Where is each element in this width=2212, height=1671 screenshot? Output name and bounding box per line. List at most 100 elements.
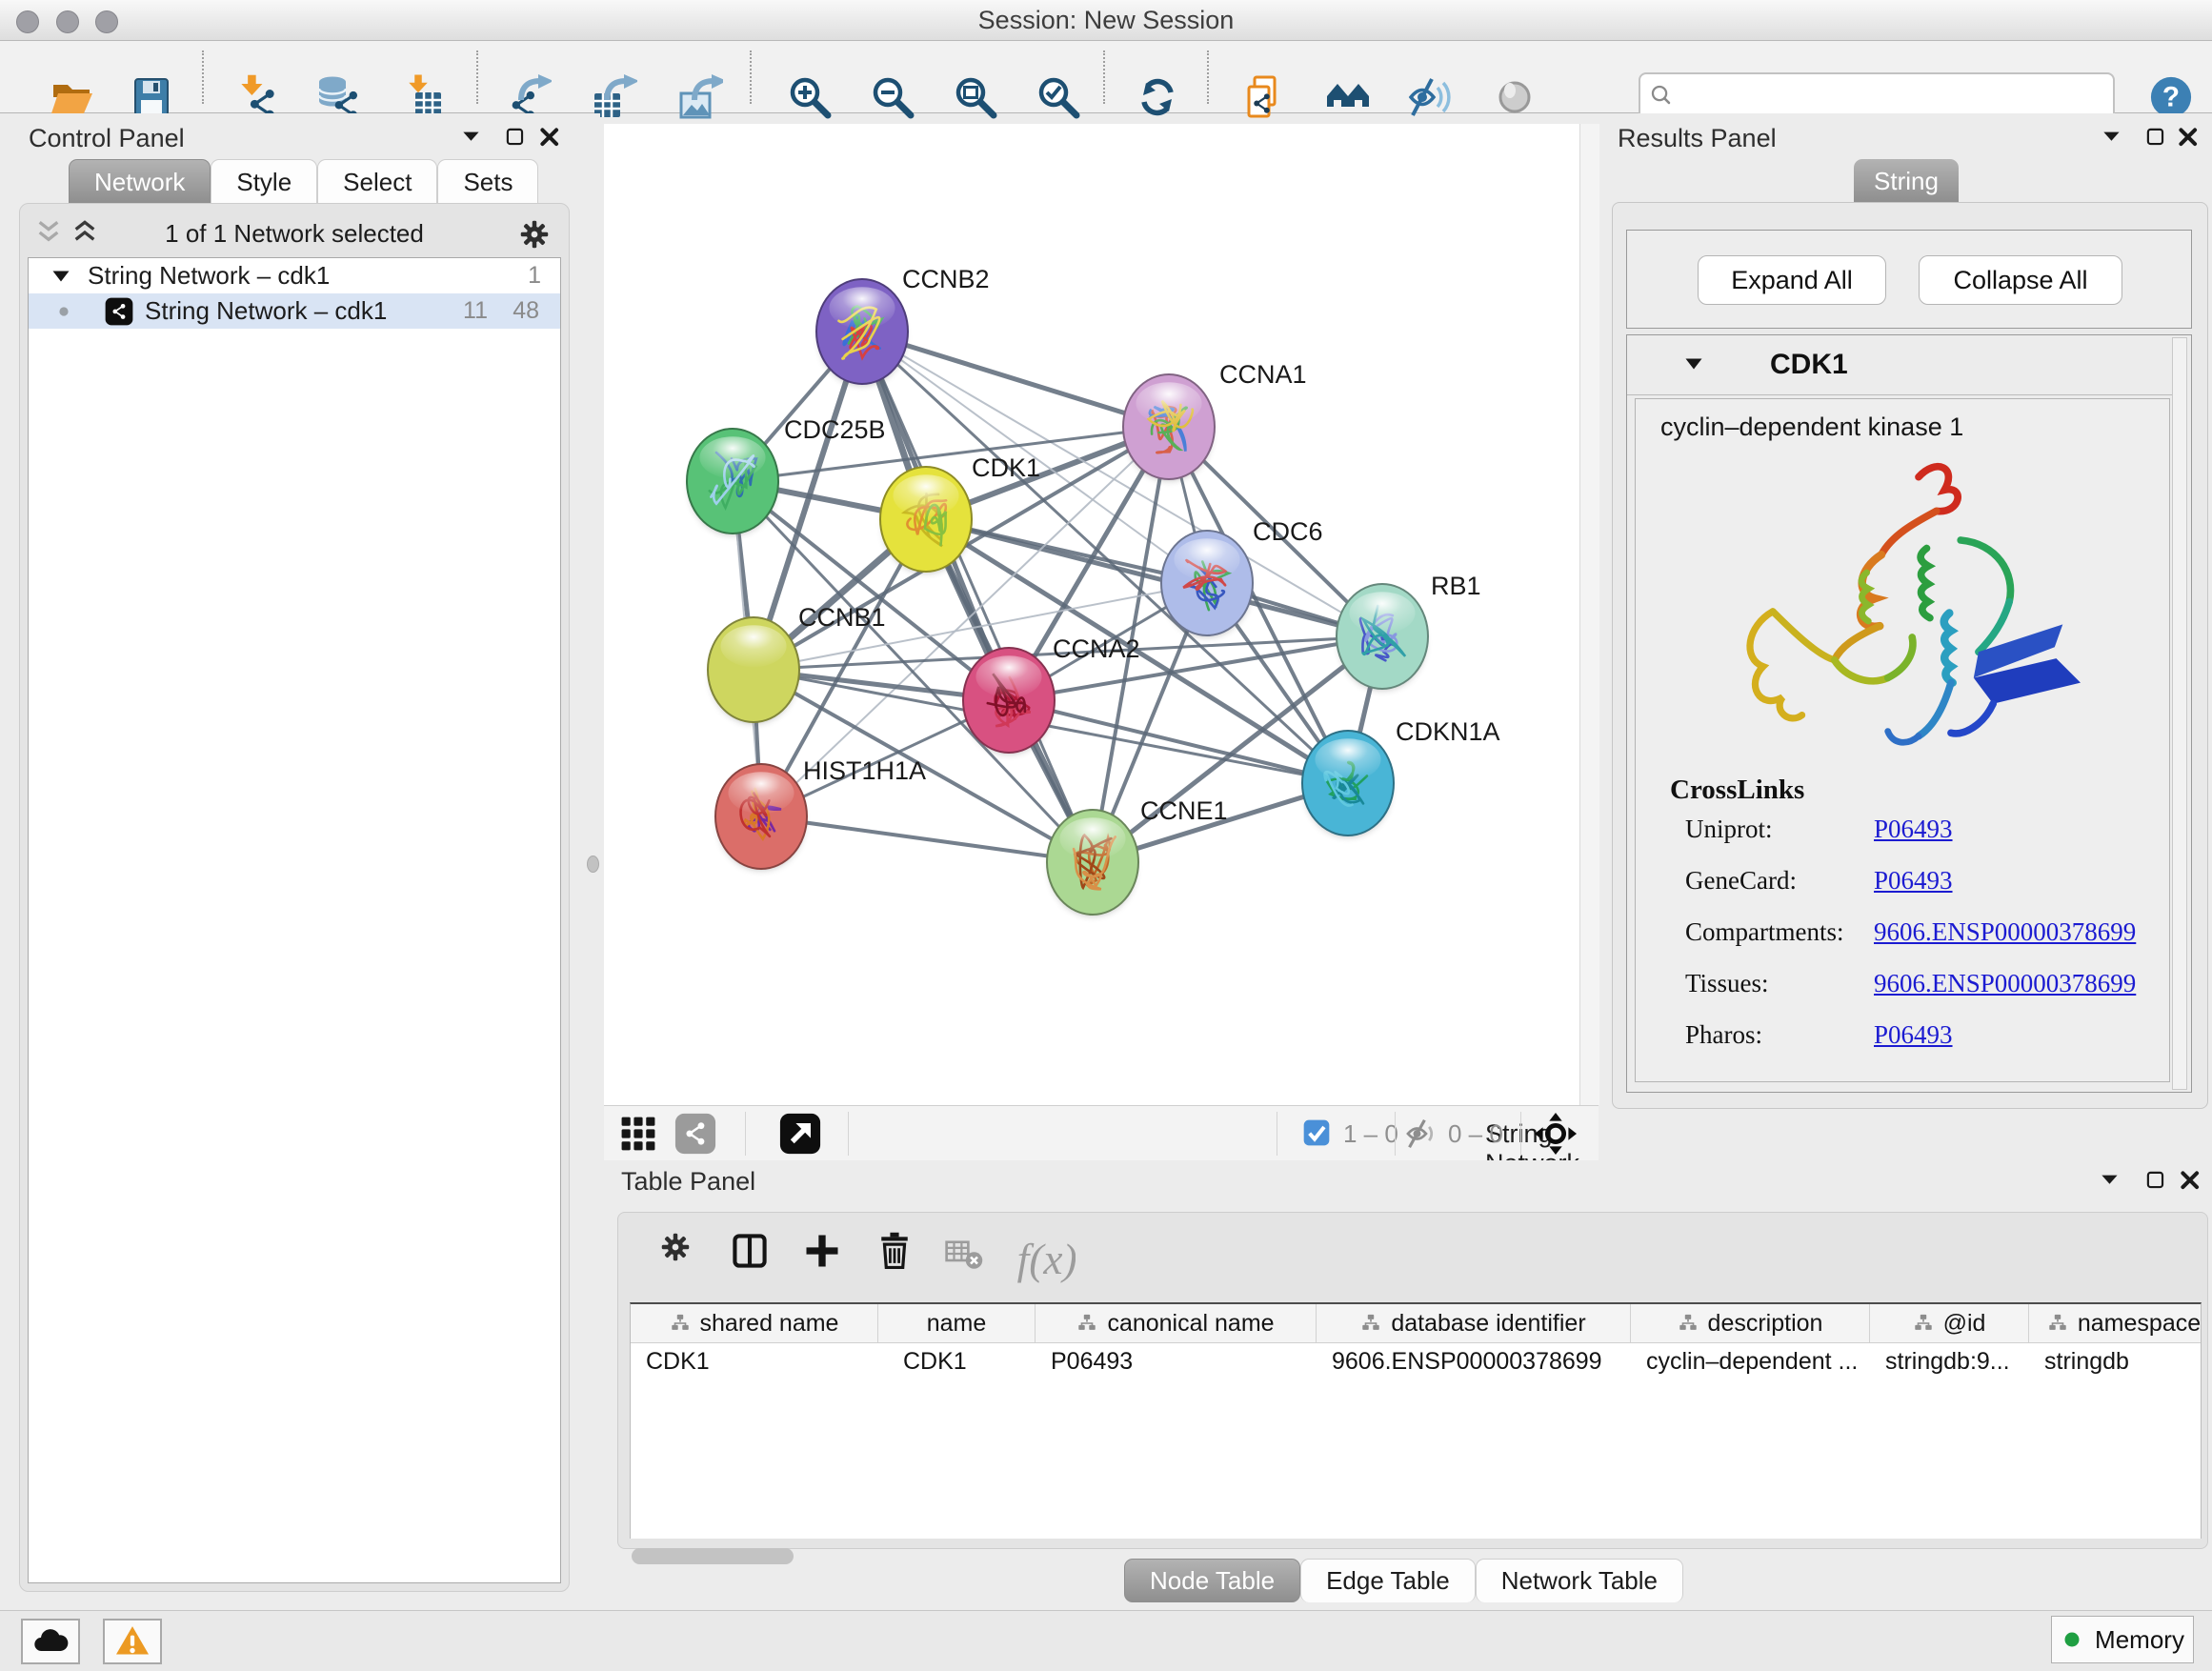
- table-cell[interactable]: 9606.ENSP00000378699: [1317, 1343, 1631, 1379]
- column-header-canonical-name[interactable]: canonical name: [1036, 1304, 1317, 1342]
- table-panel-collapse-icon[interactable]: [2098, 1168, 2122, 1193]
- copy-document-icon[interactable]: [1240, 74, 1286, 120]
- table-cell[interactable]: cyclin–dependent ...: [1631, 1343, 1870, 1379]
- network-options-gear-icon[interactable]: [517, 217, 552, 252]
- crosslink-link[interactable]: 9606.ENSP00000378699: [1874, 917, 2136, 947]
- results-panel-close-icon[interactable]: [2176, 125, 2201, 150]
- tab-node-table[interactable]: Node Table: [1124, 1559, 1300, 1602]
- table-panel-float-icon[interactable]: [2143, 1168, 2168, 1193]
- hidden-node-edge-counts: 0 – 0: [1448, 1119, 1503, 1149]
- protein-node-CDC25B[interactable]: [687, 429, 778, 534]
- table-settings-gear-icon[interactable]: [658, 1230, 693, 1264]
- table-cell[interactable]: stringdb:9...: [1870, 1343, 2029, 1379]
- table-cell[interactable]: CDK1: [878, 1343, 1036, 1379]
- birdseye-view-icon[interactable]: [617, 1113, 659, 1155]
- column-header-description[interactable]: description: [1631, 1304, 1870, 1342]
- cloud-icon: [31, 1622, 70, 1661]
- left-splitter-handle[interactable]: [587, 856, 599, 873]
- protein-node-CDKN1A[interactable]: [1302, 731, 1394, 836]
- network-label: String Network – cdk1: [145, 296, 387, 326]
- network-selection-row: 1 of 1 Network selected: [20, 211, 569, 253]
- protein-entry-header[interactable]: CDK1: [1627, 335, 2172, 395]
- results-panel-collapse-icon[interactable]: [2100, 125, 2124, 150]
- control-panel-float-icon[interactable]: [503, 125, 528, 150]
- toolbar-separator: [1207, 50, 1209, 104]
- hide-visibility-icon[interactable]: [1406, 74, 1452, 120]
- control-panel-collapse-icon[interactable]: [459, 125, 484, 150]
- fit-selected-crosshair-icon[interactable]: [1534, 1112, 1578, 1156]
- collapse-all-button[interactable]: Collapse All: [1919, 255, 2122, 305]
- table-cell[interactable]: CDK1: [631, 1343, 878, 1379]
- column-header-namespace[interactable]: namespace: [2029, 1304, 2202, 1342]
- protein-node-CCNA2[interactable]: [963, 648, 1055, 753]
- search-icon: [1648, 82, 1680, 114]
- cloud-status-button[interactable]: [21, 1619, 80, 1664]
- protein-node-HIST1H1A[interactable]: [715, 764, 807, 869]
- zoom-fit-icon[interactable]: [953, 74, 998, 120]
- zoom-in-icon[interactable]: [787, 74, 833, 120]
- table-cell[interactable]: stringdb: [2029, 1343, 2202, 1379]
- crosslink-link[interactable]: P06493: [1874, 1020, 1953, 1050]
- zoom-selected-icon[interactable]: [1036, 74, 1081, 120]
- network-tree-item[interactable]: String Network – cdk1 11 48: [29, 293, 560, 329]
- home-icon[interactable]: [1325, 74, 1371, 120]
- column-header-name[interactable]: name: [878, 1304, 1036, 1342]
- table-panel-close-icon[interactable]: [2178, 1168, 2202, 1193]
- tab-edge-table[interactable]: Edge Table: [1300, 1559, 1476, 1602]
- export-image-icon[interactable]: [677, 74, 723, 120]
- zoom-out-icon[interactable]: [870, 74, 915, 120]
- table-row[interactable]: CDK1CDK1P064939606.ENSP00000378699cyclin…: [631, 1343, 2202, 1379]
- network-share-icon[interactable]: [674, 1113, 716, 1155]
- network-canvas[interactable]: CCNB2 CCNA1 CDC25B CDK1 CDC6 RB1: [604, 124, 1579, 1105]
- column-header-database-identifier[interactable]: database identifier: [1317, 1304, 1631, 1342]
- add-column-icon[interactable]: [801, 1230, 843, 1272]
- protein-node-RB1[interactable]: [1337, 584, 1428, 689]
- results-scrollbar[interactable]: [2172, 337, 2187, 1090]
- protein-node-CCNA1[interactable]: [1123, 374, 1215, 479]
- delete-column-icon[interactable]: [874, 1230, 915, 1272]
- tab-style[interactable]: Style: [211, 159, 317, 204]
- crosslink-link[interactable]: 9606.ENSP00000378699: [1874, 969, 2136, 998]
- node-label-CCNB1: CCNB1: [798, 603, 886, 632]
- refresh-icon[interactable]: [1135, 74, 1180, 120]
- warnings-button[interactable]: [103, 1619, 162, 1664]
- tab-string[interactable]: String: [1854, 159, 1959, 203]
- network-selection-status: 1 of 1 Network selected: [20, 219, 569, 249]
- memory-button[interactable]: Memory: [2051, 1616, 2194, 1663]
- protein-node-CDC6[interactable]: [1161, 531, 1253, 635]
- selected-items-checkbox[interactable]: [1301, 1117, 1332, 1148]
- table-cell[interactable]: P06493: [1036, 1343, 1317, 1379]
- show-columns-icon[interactable]: [729, 1230, 771, 1272]
- protein-node-CDK1[interactable]: [880, 467, 972, 572]
- protein-node-CCNE1[interactable]: [1047, 810, 1138, 915]
- node-label-HIST1H1A: HIST1H1A: [803, 756, 926, 785]
- visibility-icon[interactable]: [1492, 74, 1538, 120]
- column-header-shared-name[interactable]: shared name: [631, 1304, 878, 1342]
- table-panel: Table Panel f(x) shared namenamecanonica…: [600, 1160, 2212, 1610]
- results-panel-float-icon[interactable]: [2143, 125, 2168, 150]
- network-scrollbar[interactable]: [1579, 124, 1599, 1105]
- network-edge[interactable]: [761, 816, 1093, 862]
- hidden-items-icon[interactable]: [1404, 1116, 1440, 1152]
- protein-description: cyclin–dependent kinase 1: [1660, 413, 1963, 442]
- tab-select[interactable]: Select: [317, 159, 437, 204]
- tab-sets[interactable]: Sets: [437, 159, 538, 204]
- expand-collapse-box: Expand All Collapse All: [1626, 230, 2192, 329]
- crosslink-link[interactable]: P06493: [1874, 815, 1953, 844]
- tab-network[interactable]: Network: [69, 159, 211, 204]
- network-graph[interactable]: CCNB2 CCNA1 CDC25B CDK1 CDC6 RB1: [604, 124, 1579, 1105]
- protein-node-CCNB2[interactable]: [816, 279, 908, 384]
- protein-node-CCNB1[interactable]: [708, 617, 799, 722]
- control-panel-close-icon[interactable]: [537, 125, 562, 150]
- network-tree-item[interactable]: String Network – cdk1 1: [29, 258, 560, 293]
- open-in-new-window-icon[interactable]: [779, 1113, 821, 1155]
- network-edge[interactable]: [862, 332, 1169, 427]
- tab-network-table[interactable]: Network Table: [1476, 1559, 1683, 1602]
- search-input[interactable]: [1682, 76, 2105, 116]
- table-horizontal-scrollbar[interactable]: [632, 1548, 794, 1564]
- expand-all-button[interactable]: Expand All: [1698, 255, 1886, 305]
- entry-collapse-triangle-icon[interactable]: [1682, 352, 1705, 375]
- tree-expand-triangle-icon[interactable]: [50, 265, 72, 288]
- column-header--id[interactable]: @id: [1870, 1304, 2029, 1342]
- crosslink-link[interactable]: P06493: [1874, 866, 1953, 896]
